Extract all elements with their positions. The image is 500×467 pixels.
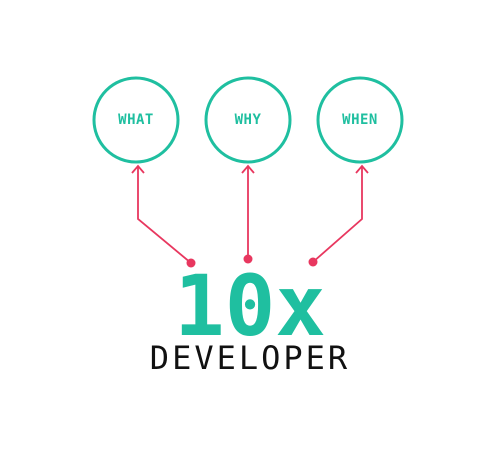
connector-when <box>308 164 369 267</box>
node-what: WHAT <box>92 76 180 164</box>
diagram-canvas: WHAT WHY WHEN <box>92 76 404 268</box>
connector-what <box>131 164 196 268</box>
subtitle-developer: DEVELOPER <box>149 339 351 377</box>
connector-when-line <box>312 167 363 263</box>
node-when-label: WHEN <box>342 112 378 128</box>
node-when: WHEN <box>316 76 404 164</box>
node-why-label: WHY <box>235 112 262 128</box>
connector-why <box>241 164 255 264</box>
node-why: WHY <box>204 76 292 164</box>
node-what-label: WHAT <box>118 112 154 128</box>
connector-what-line <box>137 167 192 264</box>
title-10x: 10x <box>174 257 326 355</box>
